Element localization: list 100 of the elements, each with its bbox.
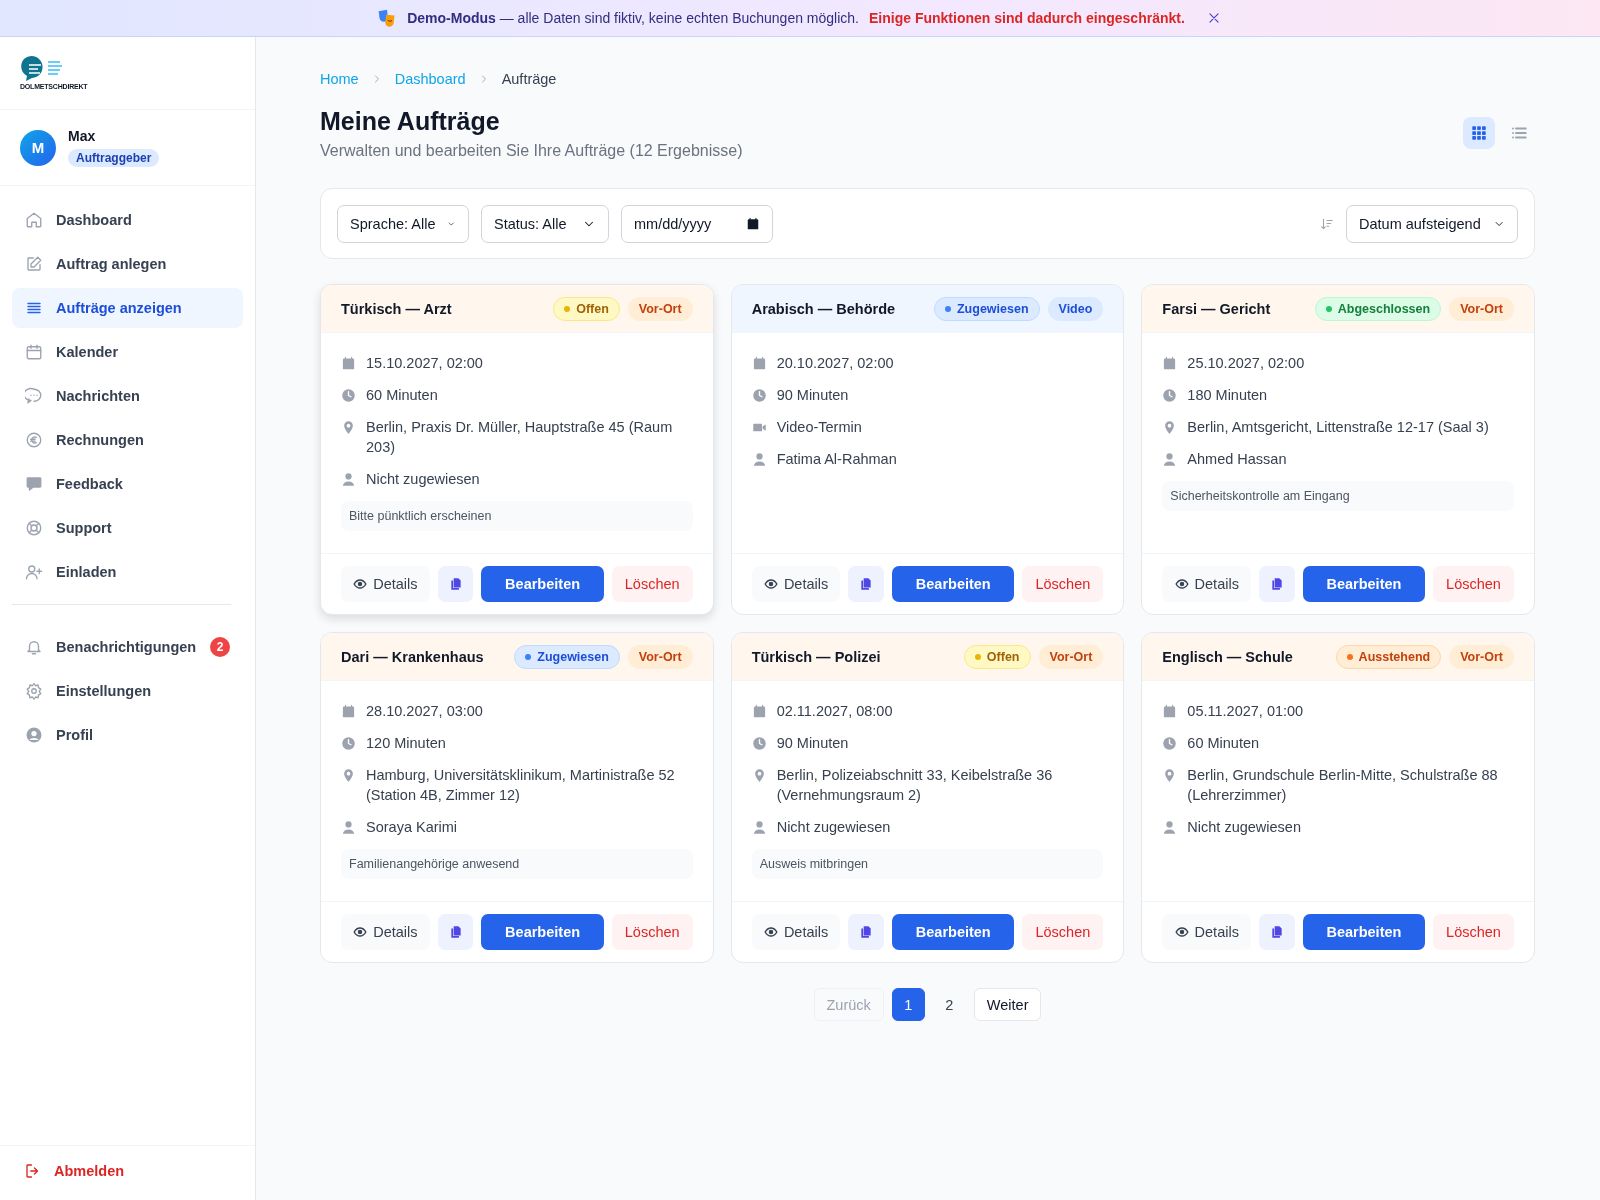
clock-icon xyxy=(341,736,356,751)
delete-button[interactable]: Löschen xyxy=(611,566,693,602)
page-button[interactable]: 1 xyxy=(891,988,925,1021)
copy-button[interactable] xyxy=(848,914,885,950)
detail-text: Nicht zugewiesen xyxy=(366,470,480,489)
sidebar-item[interactable]: Kalender xyxy=(12,332,243,372)
details-button[interactable]: Details xyxy=(751,566,841,602)
demo-warning-text: Einige Funktionen sind dadurch eingeschränkt. xyxy=(869,10,1185,26)
edit-button[interactable]: Bearbeiten xyxy=(481,566,604,602)
sidebar-item[interactable]: Nachrichten xyxy=(12,376,243,416)
detail-text: Hamburg, Universitätsklinikum, Martinistraße 52 (Station 4B, Zimmer 12) xyxy=(366,766,676,805)
card-title: Türkisch — Polizei xyxy=(751,648,881,665)
calendar-icon xyxy=(751,704,767,719)
status-select[interactable]: Status: Alle xyxy=(481,204,609,243)
calendar-icon xyxy=(341,704,356,719)
delete-button[interactable]: Löschen xyxy=(1022,566,1104,602)
lifebuoy-icon xyxy=(25,519,43,537)
delete-button[interactable]: Löschen xyxy=(611,914,693,950)
edit-button[interactable]: Bearbeiten xyxy=(892,566,1015,602)
sidebar-item[interactable]: Support xyxy=(12,508,243,548)
map-pin-icon xyxy=(341,768,356,783)
next-button[interactable]: Weiter xyxy=(973,988,1042,1021)
sidebar-item[interactable]: Einstellungen xyxy=(12,671,243,711)
note-text: Familienangehörige anwesend xyxy=(341,849,693,879)
clock-icon xyxy=(751,388,767,403)
breadcrumb-current: Aufträge xyxy=(501,71,557,87)
delete-button[interactable]: Löschen xyxy=(1022,914,1104,950)
sidebar-item[interactable]: Auftrag anlegen xyxy=(12,244,243,284)
details-button[interactable]: Details xyxy=(751,914,841,950)
calendar-icon xyxy=(341,356,356,371)
copy-button[interactable] xyxy=(437,914,474,950)
card-title: Arabisch — Behörde xyxy=(751,300,896,317)
status-badge: Abgeschlossen xyxy=(1314,296,1442,321)
map-pin-icon xyxy=(341,420,356,435)
house-icon xyxy=(25,211,43,229)
copy-button[interactable] xyxy=(1259,914,1295,950)
detail-text: Nicht zugewiesen xyxy=(1187,818,1301,837)
person-icon xyxy=(1162,820,1178,835)
speech-bubble-icon xyxy=(25,475,43,493)
eye-icon xyxy=(763,577,778,591)
copy-button[interactable] xyxy=(437,566,474,602)
details-button[interactable]: Details xyxy=(341,914,430,950)
sidebar-item[interactable]: Profil xyxy=(12,715,243,755)
sidebar-item[interactable]: Aufträge anzeigen xyxy=(12,288,243,328)
page-title: Meine Aufträge xyxy=(320,107,501,136)
edit-button[interactable]: Bearbeiten xyxy=(481,914,604,950)
calendar-icon xyxy=(25,343,43,361)
detail-text: 180 Minuten xyxy=(1187,386,1268,405)
eye-icon xyxy=(353,577,368,591)
mode-badge: Vor-Ort xyxy=(1449,296,1514,321)
language-select[interactable]: Sprache: Alle xyxy=(337,204,469,243)
sidebar-item[interactable]: Feedback xyxy=(12,464,243,504)
copy-icon xyxy=(859,925,874,939)
person-icon xyxy=(751,820,767,835)
copy-button[interactable] xyxy=(848,566,885,602)
logout-link[interactable]: Abmelden xyxy=(0,1145,255,1200)
date-field[interactable]: mm/dd/yyyy xyxy=(621,204,773,243)
bell-icon xyxy=(25,638,43,656)
sidebar-item[interactable]: Benachrichtigungen 2 xyxy=(12,627,243,667)
sort-select[interactable]: Datum aufsteigend xyxy=(1346,204,1518,243)
user-circle-icon xyxy=(25,726,43,744)
mode-badge: Vor-Ort xyxy=(1038,644,1104,669)
add-person-icon xyxy=(25,563,43,581)
edit-button[interactable]: Bearbeiten xyxy=(1302,566,1426,602)
person-icon xyxy=(341,820,356,835)
detail-text: Berlin, Amtsgericht, Littenstraße 12-17 (Saal 3) xyxy=(1187,418,1489,437)
clock-icon xyxy=(1162,736,1178,751)
sidebar-item[interactable]: Dashboard xyxy=(12,200,243,240)
clock-icon xyxy=(341,388,356,403)
detail-text: 60 Minuten xyxy=(366,386,438,405)
detail-text: 15.10.2027, 02:00 xyxy=(366,354,483,373)
detail-text: Fatima Al-Rahman xyxy=(776,450,897,469)
grid-view-button[interactable] xyxy=(1463,117,1495,149)
detail-text: 28.10.2027, 03:00 xyxy=(366,702,483,721)
settings-icon xyxy=(25,682,43,700)
delete-button[interactable]: Löschen xyxy=(1433,914,1514,950)
edit-button[interactable]: Bearbeiten xyxy=(892,914,1015,950)
page-button[interactable]: 2 xyxy=(932,988,966,1021)
detail-text: Ahmed Hassan xyxy=(1187,450,1287,469)
euro-icon xyxy=(25,431,43,449)
details-button[interactable]: Details xyxy=(1162,914,1252,950)
detail-text: Nicht zugewiesen xyxy=(776,818,891,837)
detail-text: Soraya Karimi xyxy=(366,818,458,837)
sidebar-item[interactable]: Einladen xyxy=(12,552,243,592)
status-badge: Ausstehend xyxy=(1335,644,1442,669)
chat-bubble-icon xyxy=(25,387,43,405)
status-badge: Zugewiesen xyxy=(933,296,1040,321)
sidebar-item[interactable]: Rechnungen xyxy=(12,420,243,460)
user-name: Max xyxy=(68,128,97,144)
eye-icon xyxy=(1174,925,1189,939)
details-button[interactable]: Details xyxy=(1162,566,1252,602)
copy-icon xyxy=(1269,925,1284,939)
copy-icon xyxy=(448,577,463,591)
detail-text: 90 Minuten xyxy=(776,386,849,405)
detail-text: 20.10.2027, 02:00 xyxy=(776,354,894,373)
edit-button[interactable]: Bearbeiten xyxy=(1302,914,1426,950)
delete-button[interactable]: Löschen xyxy=(1433,566,1514,602)
eye-icon xyxy=(1174,577,1189,591)
details-button[interactable]: Details xyxy=(341,566,430,602)
copy-button[interactable] xyxy=(1259,566,1295,602)
